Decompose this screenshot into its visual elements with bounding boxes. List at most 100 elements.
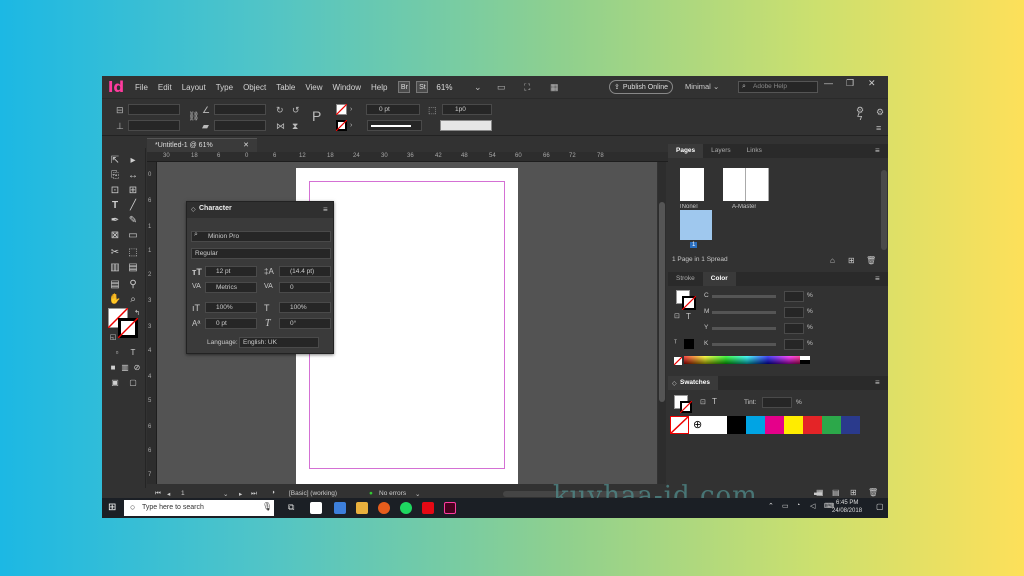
help-search-input[interactable]: Adobe Help (738, 81, 818, 93)
chevron-down-icon[interactable]: ⌄ (474, 82, 482, 92)
menu-type[interactable]: Type (211, 83, 238, 92)
new-color-group-icon[interactable]: ▬ (814, 488, 822, 497)
collapse-icon[interactable]: ◇ (191, 206, 196, 213)
formatting-container-icon[interactable]: ⊡ (700, 398, 706, 406)
cyan-field[interactable] (784, 291, 804, 302)
type-tool-icon[interactable]: T (108, 199, 122, 212)
menu-layout[interactable]: Layout (177, 83, 211, 92)
first-page-icon[interactable]: ⏮ (155, 490, 161, 498)
edit-page-size-icon[interactable]: ⌂ (830, 256, 835, 265)
page-tool-icon[interactable]: ⎘ (108, 169, 122, 182)
menu-view[interactable]: View (300, 83, 327, 92)
rotation-angle-field[interactable] (214, 104, 266, 115)
baseline-shift-field[interactable]: 0 pt (205, 318, 257, 329)
language-select[interactable]: English: UK (239, 337, 319, 348)
horizontal-ruler[interactable]: 30 18 6 0 6 12 18 24 30 36 42 48 54 60 6… (147, 152, 672, 162)
menu-file[interactable]: File (130, 83, 153, 92)
panel-menu-icon[interactable]: ≡ (875, 274, 880, 283)
microphone-icon[interactable]: 🎙 (262, 502, 272, 511)
arrange-documents-icon[interactable]: ▦ (550, 82, 559, 92)
pencil-tool-icon[interactable]: ✎ (126, 214, 140, 227)
black-slider[interactable] (712, 343, 776, 346)
none-color-icon[interactable] (674, 357, 682, 365)
scissors-tool-icon[interactable]: ✂ (108, 246, 122, 259)
panel-menu-icon[interactable]: ≡ (876, 123, 881, 133)
gap-tool-icon[interactable]: ↔ (126, 169, 140, 182)
swap-fill-stroke-icon[interactable]: ↰ (130, 306, 144, 319)
panel-menu-icon[interactable]: ≡ (875, 146, 880, 155)
publish-online-button[interactable]: ⇪ Publish Online (609, 80, 673, 94)
selection-tool-icon[interactable]: ⇱ (108, 154, 122, 167)
font-family-select[interactable]: Minion Pro (191, 231, 331, 242)
cyan-slider[interactable] (712, 295, 776, 298)
volume-icon[interactable]: ◁ (810, 502, 815, 510)
swatch-yellow[interactable] (784, 416, 803, 434)
page-1-thumbnail[interactable] (680, 210, 712, 240)
trash-icon[interactable]: 🗑 (866, 256, 876, 265)
rotate-cw-icon[interactable]: ↻ (276, 105, 284, 115)
menu-edit[interactable]: Edit (153, 83, 177, 92)
formatting-text-icon[interactable]: T (126, 346, 140, 359)
stroke-weight-field[interactable]: 0 pt (366, 104, 420, 115)
character-panel-header[interactable]: ◇ Character ≡ (187, 202, 333, 218)
auto-fit-icon[interactable]: ⬚ (428, 105, 437, 115)
workspace-switcher[interactable]: Minimal ⌄ (685, 82, 719, 91)
menu-object[interactable]: Object (238, 83, 271, 92)
wifi-icon[interactable]: ◔ (796, 502, 800, 509)
page-number-field[interactable]: 1 (181, 490, 185, 497)
a-master-thumbnail[interactable] (723, 168, 769, 201)
swatch-paper[interactable] (708, 416, 727, 434)
screen-mode-icon[interactable]: ⛶ (524, 82, 530, 92)
rotate-ccw-icon[interactable]: ↺ (292, 105, 300, 115)
vertical-ruler[interactable]: 0 6 1 1 2 3 3 4 4 5 6 6 7 (147, 162, 157, 484)
error-status[interactable]: No errors (379, 490, 406, 497)
bridge-button[interactable]: Br (398, 81, 411, 93)
chevron-right-icon[interactable]: › (350, 105, 352, 115)
firefox-icon[interactable] (378, 502, 390, 514)
color-spectrum[interactable] (684, 356, 810, 364)
gradient-feather-tool-icon[interactable]: ▤ (126, 261, 140, 274)
tint-field[interactable] (762, 397, 792, 408)
taskbar-search-input[interactable]: Type here to search (124, 500, 274, 516)
scroll-thumb[interactable] (659, 202, 665, 402)
y-position-field[interactable] (128, 120, 180, 131)
vertical-scrollbar[interactable] (658, 162, 666, 484)
content-placer-icon[interactable]: ⊞ (126, 184, 140, 197)
indesign-taskbar-icon[interactable] (444, 502, 456, 514)
swatch-black[interactable] (727, 416, 746, 434)
skew-field[interactable]: 0° (279, 318, 331, 329)
zoom-tool-icon[interactable]: ⌕ (126, 293, 140, 306)
chevron-right-icon[interactable]: › (350, 121, 352, 131)
panel-menu-icon[interactable]: ≡ (875, 378, 880, 387)
swatch-green[interactable] (822, 416, 841, 434)
apply-none-icon[interactable]: ⊘ (130, 361, 144, 374)
font-style-select[interactable]: Regular (191, 248, 331, 259)
minimize-icon[interactable]: — (824, 78, 833, 88)
swatch-stroke-box[interactable] (680, 401, 692, 413)
flip-horizontal-icon[interactable]: ⋈ (276, 121, 285, 131)
clock-time[interactable]: 6:45 PM (836, 500, 858, 506)
swatch-none[interactable] (670, 416, 689, 434)
offset-field[interactable]: 1p0 (442, 104, 492, 115)
reference-point-icon[interactable]: P (312, 109, 321, 123)
swatch-blue[interactable] (841, 416, 860, 434)
shear-angle-field[interactable] (214, 120, 266, 131)
black-swatch[interactable] (800, 360, 810, 364)
free-transform-tool-icon[interactable]: ⬚ (126, 246, 140, 259)
panel-menu-icon[interactable]: ≡ (323, 205, 328, 214)
close-icon[interactable]: ✕ (243, 139, 249, 152)
content-collector-icon[interactable]: ⊡ (108, 184, 122, 197)
color-stroke-box[interactable] (682, 296, 696, 310)
stroke-type-select[interactable] (367, 120, 422, 131)
folder-icon[interactable] (356, 502, 368, 514)
tab-pages[interactable]: Pages (668, 144, 704, 158)
yellow-slider[interactable] (712, 327, 776, 330)
pages-scrollbar[interactable] (881, 170, 887, 250)
netflix-icon[interactable] (422, 502, 434, 514)
preflight-profile[interactable]: [Basic] (working) (289, 490, 337, 497)
folder-icon[interactable]: ▤ (832, 488, 840, 497)
restore-icon[interactable]: ❐ (846, 78, 854, 89)
yellow-field[interactable] (784, 323, 804, 334)
new-swatch-icon[interactable]: ⊞ (850, 488, 857, 497)
trash-icon[interactable]: 🗑 (868, 488, 878, 497)
